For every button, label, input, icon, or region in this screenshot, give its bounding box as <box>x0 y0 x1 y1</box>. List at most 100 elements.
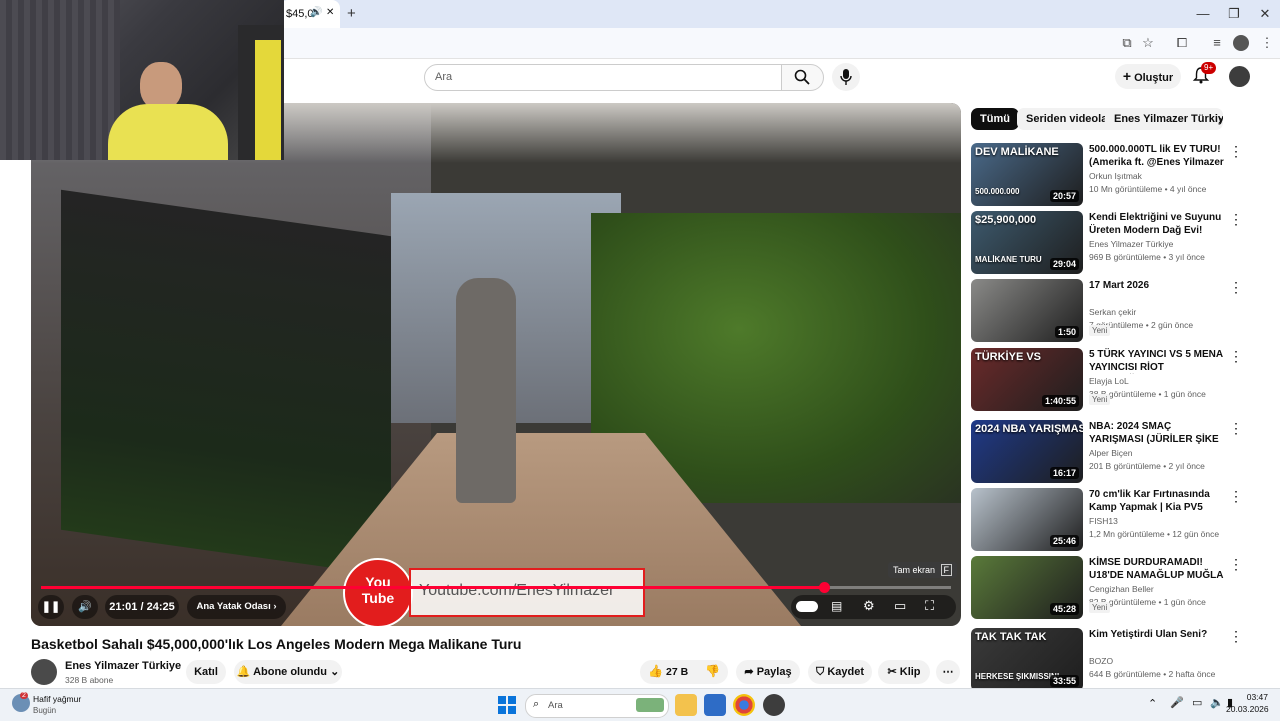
account-avatar[interactable] <box>1229 66 1250 87</box>
recommendation-title[interactable]: NBA: 2024 SMAÇ YARIŞMASI (JÜRİLER ŞİKE D… <box>1089 420 1224 446</box>
taskbar-search-placeholder: Ara <box>548 700 563 711</box>
recommendation-channel[interactable]: BOZO <box>1089 656 1113 666</box>
recommendation-thumbnail[interactable]: DEV MALİKANE 500.000.000 20:57 <box>971 143 1083 206</box>
browser-menu-icon[interactable]: ⋮ <box>1258 34 1276 52</box>
recommendation-thumbnail[interactable]: TAK TAK TAK HERKESE ŞIKMISSIN! 33:55 <box>971 628 1083 691</box>
progress-bar[interactable] <box>41 582 951 593</box>
recommendation-thumbnail[interactable]: TÜRKİYE VS 1:40:55 <box>971 348 1083 411</box>
more-vertical-icon[interactable]: ⋮ <box>1229 556 1243 573</box>
search-input[interactable]: Ara <box>424 64 782 91</box>
pause-button[interactable]: ❚❚ <box>38 595 64 619</box>
chrome-icon[interactable] <box>733 694 755 716</box>
profile-avatar[interactable] <box>1233 35 1249 51</box>
recommendation-thumbnail[interactable]: 1:50 <box>971 279 1083 342</box>
more-vertical-icon[interactable]: ⋮ <box>1229 488 1243 505</box>
tray-network-icon[interactable]: ▭ <box>1192 696 1202 709</box>
recommendation-item[interactable]: TAK TAK TAK HERKESE ŞIKMISSIN! 33:55 Kim … <box>971 628 1246 692</box>
progress-scrubber[interactable] <box>818 582 830 593</box>
tray-chevron-up-icon[interactable]: ⌃ <box>1148 697 1157 710</box>
subtitles-icon[interactable]: ▤ <box>831 599 842 613</box>
recommendation-channel[interactable]: Orkun Işıtmak <box>1089 171 1142 181</box>
clock-time[interactable]: 03:47 <box>1246 692 1268 702</box>
create-button[interactable]: + Oluştur <box>1115 64 1181 89</box>
recommendation-channel[interactable]: Elayja LoL <box>1089 376 1129 386</box>
recommendation-thumbnail[interactable]: 25:46 <box>971 488 1083 551</box>
recommendation-channel[interactable]: FISH13 <box>1089 516 1118 526</box>
channel-name[interactable]: Enes Yilmazer Türkiye <box>65 660 181 672</box>
theater-mode-icon[interactable]: ▭ <box>894 598 906 614</box>
more-vertical-icon[interactable]: ⋮ <box>1229 279 1243 296</box>
subscribed-button[interactable]: 🔔 Abone olundu ⌄ <box>234 660 342 684</box>
chip-channel[interactable]: Enes Yilmazer Türkiye <box>1105 108 1223 130</box>
minimize-icon[interactable]: — <box>1188 4 1218 24</box>
recommendation-item[interactable]: 45:28 KİMSE DURDURAMADI! U18'DE NAMAĞLUP… <box>971 556 1246 620</box>
save-button[interactable]: ⛉ Kaydet <box>808 660 872 684</box>
more-vertical-icon[interactable]: ⋮ <box>1229 211 1243 228</box>
channel-avatar[interactable] <box>31 659 57 685</box>
recommendation-channel[interactable]: Alper Biçen <box>1089 448 1132 458</box>
chips-next-icon[interactable]: › <box>1218 111 1223 128</box>
more-vertical-icon[interactable]: ⋮ <box>1229 348 1243 365</box>
notifications-button[interactable]: 9+ <box>1192 62 1217 86</box>
browser-tab-active[interactable]: $45,0 🔊 ✕ <box>280 0 340 28</box>
recommendation-thumbnail[interactable]: 2024 NBA YARIŞMASI 16:17 <box>971 420 1083 483</box>
fullscreen-icon[interactable]: ⛶ <box>925 598 934 614</box>
like-count[interactable]: 27 B <box>666 666 688 678</box>
clip-button[interactable]: ✂ Klip <box>878 660 930 684</box>
thumbnail-caption: TAK TAK TAK <box>975 631 1047 643</box>
recommendation-title[interactable]: 500.000.000TL lik EV TURU! (Amerika ft. … <box>1089 143 1224 169</box>
recommendation-title[interactable]: Kim Yetiştirdi Ulan Seni? <box>1089 628 1224 641</box>
dislike-icon[interactable]: 👎 <box>705 664 720 678</box>
window-close-icon[interactable]: ✕ <box>1250 4 1280 24</box>
recommendation-title[interactable]: 70 cm'lik Kar Fırtınasında Kamp Yapmak |… <box>1089 488 1224 514</box>
recommendation-item[interactable]: 1:50 17 Mart 2026 Serkan çekir 7 görüntü… <box>971 279 1246 343</box>
more-actions-button[interactable]: ⋯ <box>936 660 960 684</box>
search-button[interactable] <box>781 64 824 91</box>
recommendation-channel[interactable]: Serkan çekir <box>1089 307 1136 317</box>
tray-volume-icon[interactable]: 🔈 <box>1210 696 1224 709</box>
more-vertical-icon[interactable]: ⋮ <box>1229 628 1243 645</box>
restore-icon[interactable]: ❐ <box>1219 4 1249 24</box>
taskbar-search-input[interactable]: ⌕ Ara <box>525 694 669 718</box>
chapter-label: Ana Yatak Odası <box>196 601 271 612</box>
recommendation-title[interactable]: KİMSE DURDURAMADI! U18'DE NAMAĞLUP MUĞLA… <box>1089 556 1224 582</box>
voice-search-button[interactable] <box>832 63 860 91</box>
chip-all[interactable]: Tümü <box>971 108 1019 130</box>
like-icon[interactable]: 👍 <box>648 664 663 678</box>
start-windows-icon[interactable] <box>498 696 516 714</box>
recommendation-thumbnail[interactable]: $25,900,000 MALİKANE TURU 29:04 <box>971 211 1083 274</box>
new-tab-icon[interactable]: + <box>347 5 356 22</box>
tray-mic-icon[interactable]: 🎤 <box>1170 696 1184 709</box>
recommendation-channel[interactable]: Cengizhan Beller <box>1089 584 1154 594</box>
more-vertical-icon[interactable]: ⋮ <box>1229 420 1243 437</box>
more-vertical-icon[interactable]: ⋮ <box>1229 143 1243 160</box>
recommendation-item[interactable]: 2024 NBA YARIŞMASI 16:17 NBA: 2024 SMAÇ … <box>971 420 1246 484</box>
recommendation-item[interactable]: DEV MALİKANE 500.000.000 20:57 500.000.00… <box>971 143 1246 207</box>
clock-date[interactable]: 20.03.2026 <box>1226 704 1269 714</box>
share-button[interactable]: ➦ Paylaş <box>736 660 800 684</box>
chapter-button[interactable]: Ana Yatak Odası › <box>187 595 286 619</box>
tab-close-icon[interactable]: ✕ <box>326 7 334 18</box>
recommendation-item[interactable]: TÜRKİYE VS 1:40:55 5 TÜRK YAYINCI VS 5 M… <box>971 348 1246 412</box>
recommendation-item[interactable]: 25:46 70 cm'lik Kar Fırtınasında Kamp Ya… <box>971 488 1246 552</box>
file-explorer-icon[interactable] <box>675 694 697 716</box>
media-control-icon[interactable]: ≡ <box>1208 34 1226 52</box>
volume-button[interactable]: 🔊 <box>72 595 98 619</box>
extensions-icon[interactable]: ⧠ <box>1173 34 1191 52</box>
new-badge: Yeni <box>1089 602 1111 613</box>
store-icon[interactable] <box>704 694 726 716</box>
recommendation-title[interactable]: 17 Mart 2026 <box>1089 279 1224 292</box>
cast-icon[interactable]: ⧉ <box>1118 34 1136 52</box>
recommendation-thumbnail[interactable]: 45:28 <box>971 556 1083 619</box>
tab-audio-icon[interactable]: 🔊 <box>310 7 322 18</box>
bookmark-star-icon[interactable]: ☆ <box>1139 34 1157 52</box>
video-player[interactable]: You Tube Youtube.com/EnesYilmazer Tam ek… <box>31 103 961 626</box>
join-button[interactable]: Katıl <box>186 660 226 684</box>
recommendation-title[interactable]: Kendi Elektriğini ve Suyunu Üreten Moder… <box>1089 211 1224 237</box>
obs-icon[interactable] <box>763 694 785 716</box>
recommendation-channel[interactable]: Enes Yilmazer Türkiye <box>1089 239 1173 249</box>
recommendation-item[interactable]: $25,900,000 MALİKANE TURU 29:04 Kendi Ele… <box>971 211 1246 275</box>
autoplay-toggle-icon[interactable] <box>796 601 818 612</box>
settings-gear-icon[interactable]: ⚙ <box>863 598 875 614</box>
recommendation-title[interactable]: 5 TÜRK YAYINCI VS 5 MENA YAYINCISI RİOT … <box>1089 348 1224 374</box>
